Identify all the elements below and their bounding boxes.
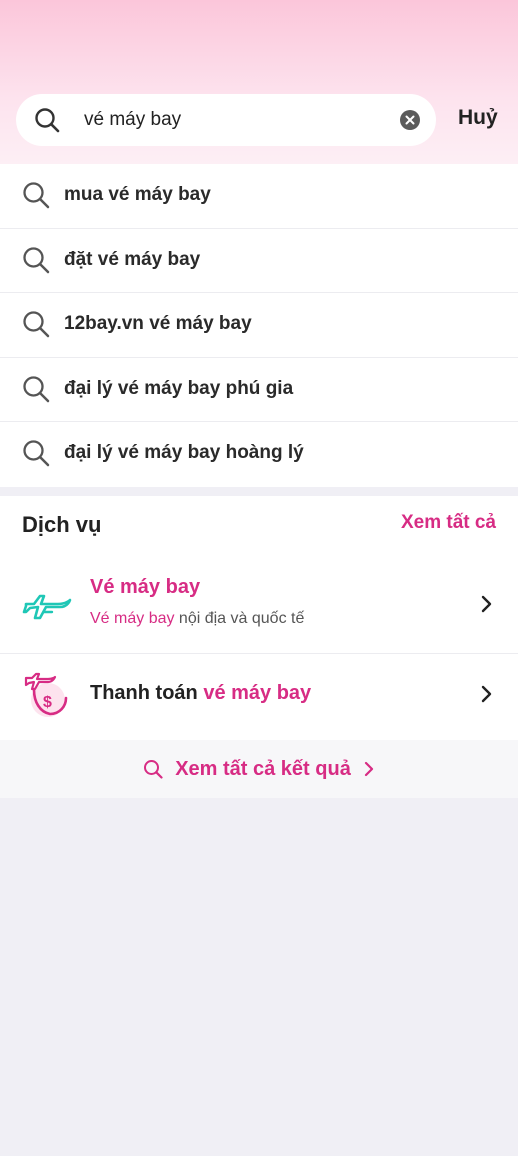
suggestion-list: mua vé máy bay đặt vé máy bay 12bay.vn v…	[0, 164, 518, 487]
service-description-rest: nội địa và quốc tế	[174, 610, 305, 627]
search-icon	[144, 760, 163, 779]
search-icon	[35, 108, 60, 133]
clear-search-button[interactable]	[400, 110, 420, 130]
suggestion-item[interactable]: đại lý vé máy bay phú gia	[0, 358, 518, 422]
close-icon	[405, 115, 415, 125]
suggestion-label: đại lý vé máy bay hoàng lý	[64, 442, 304, 463]
service-description: Vé máy bay nội địa và quốc tế	[90, 610, 304, 628]
suggestion-item[interactable]: đại lý vé máy bay hoàng lý	[0, 422, 518, 487]
chevron-right-icon	[364, 761, 373, 777]
service-item-flight-tickets[interactable]: Vé máy bay Vé máy bay nội địa và quốc tế	[0, 556, 518, 654]
search-icon	[23, 440, 50, 467]
service-name-highlight: vé máy bay	[203, 682, 312, 704]
flight-payment-icon: $	[24, 672, 68, 717]
suggestion-item[interactable]: đặt vé máy bay	[0, 229, 518, 293]
chevron-right-icon	[481, 595, 492, 613]
search-input[interactable]: vé máy bay	[16, 94, 436, 146]
search-icon	[23, 311, 50, 338]
see-all-services-link[interactable]: Xem tất cả	[401, 512, 496, 534]
suggestion-item[interactable]: mua vé máy bay	[0, 164, 518, 229]
suggestion-label: đại lý vé máy bay phú gia	[64, 377, 294, 399]
chevron-right-icon	[481, 685, 492, 703]
search-icon	[23, 375, 50, 402]
service-item-flight-payment[interactable]: $ Thanh toán vé máy bay	[0, 654, 518, 740]
service-name-prefix: Thanh toán	[90, 682, 204, 704]
airplane-icon	[22, 594, 72, 620]
suggestion-label: mua vé máy bay	[64, 184, 211, 205]
suggestion-item[interactable]: 12bay.vn vé máy bay	[0, 293, 518, 358]
see-all-results-button[interactable]: Xem tất cả kết quả	[0, 740, 518, 798]
search-header: vé máy bay Huỷ	[0, 0, 518, 164]
search-icon	[23, 182, 50, 209]
suggestion-label: đặt vé máy bay	[64, 248, 201, 270]
svg-text:$: $	[43, 694, 52, 711]
service-name: Vé máy bay	[90, 576, 201, 598]
services-section: Dịch vụ Xem tất cả Vé máy bay Vé máy bay…	[0, 496, 518, 740]
services-title: Dịch vụ	[22, 512, 102, 537]
suggestion-label: 12bay.vn vé máy bay	[64, 313, 252, 334]
see-all-results-content: Xem tất cả kết quả	[143, 758, 375, 781]
search-icon	[23, 246, 50, 273]
service-name: Thanh toán vé máy bay	[90, 682, 311, 705]
service-description-highlight: Vé máy bay	[90, 610, 175, 627]
cancel-button[interactable]: Huỷ	[458, 106, 498, 130]
see-all-results-label: Xem tất cả kết quả	[175, 757, 351, 780]
search-query-text[interactable]: vé máy bay	[84, 94, 181, 146]
